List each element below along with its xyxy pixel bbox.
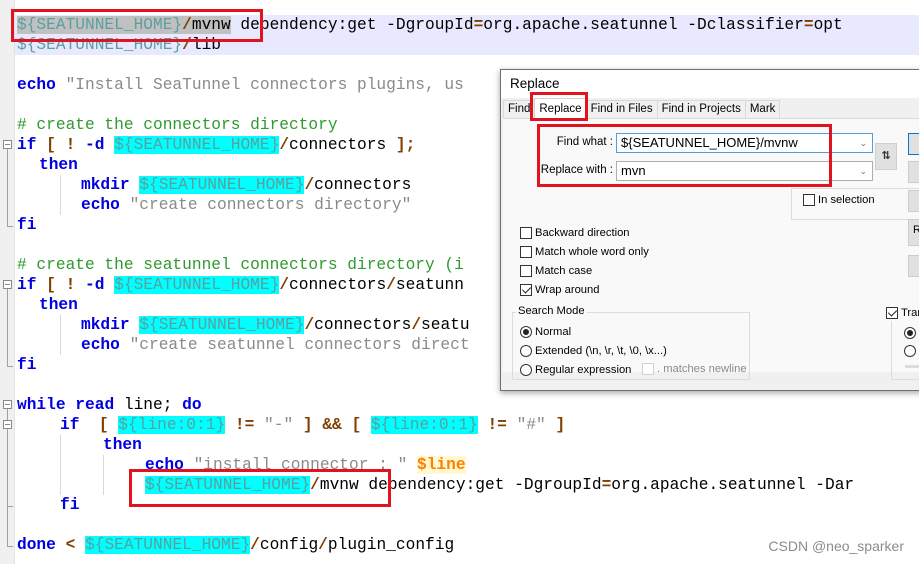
- tab-find-in-projects[interactable]: Find in Projects: [656, 100, 746, 118]
- checkbox-icon: [642, 363, 654, 375]
- code-line-9: fi: [17, 216, 37, 234]
- transparency-on-losing-focus-radio[interactable]: [904, 325, 919, 341]
- search-mode-extended-radio[interactable]: Extended (\n, \r, \t, \0, \x...): [520, 343, 667, 359]
- checkmark-icon: [520, 284, 532, 296]
- fold-line: [7, 149, 8, 226]
- code-line-12: then: [39, 296, 78, 314]
- fold-toggle-icon[interactable]: [3, 280, 12, 289]
- radio-icon: [904, 345, 916, 357]
- code-line-7: mkdir ${SEATUNNEL_HOME}/connectors: [81, 176, 412, 194]
- dialog-titlebar[interactable]: [501, 70, 919, 98]
- code-line-18: then: [103, 436, 142, 454]
- tab-mark[interactable]: Mark: [744, 100, 781, 118]
- fold-line: [7, 429, 8, 546]
- checkbox-icon: [520, 227, 532, 239]
- code-line-16: while read line; do: [17, 396, 202, 414]
- fold-end: [7, 226, 13, 227]
- replace-panel: Find what : ${SEATUNNEL_HOME}/mvnw ⌄ Repl…: [503, 118, 919, 380]
- count-button[interactable]: [908, 161, 919, 183]
- fold-toggle-icon[interactable]: [3, 400, 12, 409]
- radio-selected-icon: [904, 327, 916, 339]
- indent-guide: [60, 175, 61, 215]
- replace-with-label: Replace with :: [540, 164, 613, 176]
- find-what-label: Find what :: [556, 136, 613, 148]
- dialog-tabs: Find Replace Find in Files Find in Proje…: [503, 98, 781, 118]
- wrap-around-checkbox[interactable]: Wrap around: [520, 282, 599, 298]
- indent-guide: [60, 435, 61, 495]
- code-line-15: fi: [17, 356, 37, 374]
- checkmark-icon: [886, 307, 898, 319]
- code-line-13: mkdir ${SEATUNNEL_HOME}/connectors/seatu: [81, 316, 470, 334]
- code-line-6: then: [39, 156, 78, 174]
- code-line-3: echo "Install SeaTunnel connectors plugi…: [17, 76, 464, 94]
- find-what-input[interactable]: ${SEATUNNEL_HOME}/mvnw ⌄: [616, 133, 873, 153]
- fold-end: [7, 546, 13, 547]
- code-line-22: done < ${SEATUNNEL_HOME}/config/plugin_c…: [17, 536, 455, 554]
- code-line-10: # create the seatunnel connectors direct…: [17, 256, 464, 274]
- matches-newline-checkbox: . matches newline: [642, 361, 747, 377]
- chevron-down-icon[interactable]: ⌄: [859, 134, 867, 152]
- radio-selected-icon: [520, 326, 532, 338]
- watermark: CSDN @neo_sparker: [768, 538, 904, 554]
- search-mode-title: Search Mode: [516, 305, 587, 317]
- replace-with-input[interactable]: mvn ⌄: [616, 161, 873, 181]
- fold-line: [7, 289, 8, 366]
- chevron-down-icon[interactable]: ⌄: [859, 162, 867, 180]
- match-case-checkbox[interactable]: Match case: [520, 263, 592, 279]
- code-line-21: fi: [60, 496, 80, 514]
- code-line-11: if [ ! -d ${SEATUNNEL_HOME}/connectors/s…: [17, 276, 464, 294]
- fold-end: [7, 366, 13, 367]
- search-mode-normal-radio[interactable]: Normal: [520, 324, 571, 340]
- transparency-always-radio[interactable]: [904, 343, 919, 359]
- tab-find-in-files[interactable]: Find in Files: [585, 100, 658, 118]
- swap-find-replace-button[interactable]: ⇅: [875, 143, 897, 170]
- code-line-4: # create the connectors directory: [17, 116, 338, 134]
- search-mode-regex-radio[interactable]: Regular expression: [520, 362, 631, 378]
- checkbox-icon: [520, 246, 532, 258]
- code-line-2: ${SEATUNNEL_HOME}/lib: [15, 35, 919, 55]
- checkbox-icon: [803, 194, 815, 206]
- code-line-5: if [ ! -d ${SEATUNNEL_HOME}/connectors ]…: [17, 136, 416, 154]
- checkbox-icon: [520, 265, 532, 277]
- match-whole-word-checkbox[interactable]: Match whole word only: [520, 244, 649, 260]
- backward-direction-checkbox[interactable]: Backward direction: [520, 225, 630, 241]
- code-line-1: ${SEATUNNEL_HOME}/mvnw dependency:get -D…: [15, 15, 919, 35]
- code-line-20: ${SEATUNNEL_HOME}/mvnw dependency:get -D…: [145, 476, 855, 494]
- replace-button[interactable]: [908, 190, 919, 212]
- fold-end: [7, 506, 13, 507]
- tab-find[interactable]: Find: [503, 100, 536, 118]
- code-line-14: echo "create seatunnel connectors direct: [81, 336, 470, 354]
- code-line-17: if [ ${line:0:1} != "-" ] && [ ${line:0:…: [60, 416, 566, 434]
- indent-guide: [60, 315, 61, 355]
- in-selection-checkbox[interactable]: In selection: [803, 192, 875, 208]
- dialog-title: Replace: [510, 76, 560, 91]
- transparency-slider[interactable]: [905, 365, 919, 368]
- replace-all-button[interactable]: R: [908, 219, 919, 246]
- swap-arrows-icon: ⇅: [881, 150, 891, 162]
- fold-line: [7, 409, 8, 420]
- replace-all-in-open-docs-button[interactable]: [908, 255, 919, 277]
- find-next-button[interactable]: [908, 133, 919, 155]
- fold-toggle-icon[interactable]: [3, 140, 12, 149]
- tab-replace[interactable]: Replace: [534, 98, 587, 118]
- indent-guide: [103, 455, 104, 495]
- radio-icon: [520, 364, 532, 376]
- code-line-19: echo "install connector : " $line: [145, 456, 466, 474]
- radio-icon: [520, 345, 532, 357]
- replace-dialog: Replace Find Replace Find in Files Find …: [500, 69, 919, 391]
- code-line-8: echo "create connectors directory": [81, 196, 412, 214]
- transparency-checkbox[interactable]: Tran: [886, 305, 919, 321]
- fold-toggle-icon[interactable]: [3, 420, 12, 429]
